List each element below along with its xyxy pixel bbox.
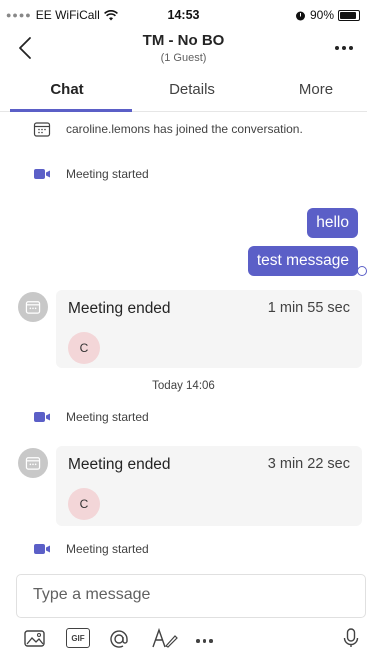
chat-subtitle: (1 Guest) [160, 52, 207, 64]
more-options-icon[interactable] [331, 38, 357, 58]
status-bar: ●●●● EE WiFiCall 14:53 90% [0, 0, 367, 28]
mention-icon[interactable] [108, 628, 130, 648]
format-text-icon[interactable] [152, 628, 178, 648]
meeting-started-notice: Meeting started [0, 406, 367, 428]
meeting-started-notice: Meeting started [0, 538, 367, 560]
meeting-avatar [18, 292, 48, 322]
tab-chat[interactable]: Chat [0, 81, 134, 98]
message-feed[interactable]: caroline.lemons has joined the conversat… [0, 112, 367, 574]
meeting-started-text: Meeting started [66, 167, 149, 181]
video-camera-icon [34, 544, 50, 554]
message-sent-icon [357, 266, 367, 276]
message-composer[interactable] [16, 574, 366, 618]
composer-toolbar: GIF [0, 624, 367, 648]
tab-more[interactable]: More [250, 81, 367, 98]
image-icon[interactable] [24, 628, 46, 648]
status-right: 90% [295, 8, 360, 22]
calendar-icon [25, 457, 41, 470]
message-input[interactable] [33, 586, 333, 604]
calendar-icon [25, 301, 41, 314]
meeting-ended-card[interactable]: Meeting ended 3 min 22 sec C [56, 446, 362, 526]
microphone-icon[interactable] [342, 628, 360, 648]
meeting-started-notice: Meeting started [0, 163, 367, 185]
outgoing-message[interactable]: test message [247, 246, 358, 276]
tab-bar: Chat Details More [0, 72, 367, 112]
date-separator: Today 14:06 [152, 380, 215, 392]
outgoing-message[interactable]: hello [307, 208, 358, 238]
meeting-duration: 3 min 22 sec [267, 456, 350, 472]
meeting-started-text: Meeting started [66, 410, 149, 424]
tab-details[interactable]: Details [134, 81, 250, 98]
gif-icon[interactable]: GIF [66, 628, 90, 648]
chat-title[interactable]: TM - No BO [0, 32, 367, 49]
battery-icon [338, 9, 360, 21]
alarm-icon [295, 11, 305, 20]
video-camera-icon [34, 412, 50, 422]
battery-fill [340, 11, 357, 19]
more-actions-icon[interactable] [196, 628, 218, 648]
join-notice: caroline.lemons has joined the conversat… [0, 118, 367, 140]
meeting-avatar [18, 448, 48, 478]
meeting-started-text: Meeting started [66, 542, 149, 556]
calendar-icon [33, 122, 51, 137]
chat-header: TM - No BO (1 Guest) [0, 28, 367, 72]
battery-percent: 90% [309, 8, 334, 22]
video-camera-icon [34, 169, 50, 179]
meeting-ended-title: Meeting ended [68, 300, 171, 317]
meeting-ended-title: Meeting ended [68, 456, 171, 473]
join-notice-text: caroline.lemons has joined the conversat… [66, 122, 303, 136]
participant-avatar[interactable]: C [68, 488, 100, 520]
participant-avatar[interactable]: C [68, 332, 100, 364]
meeting-duration: 1 min 55 sec [267, 300, 350, 316]
meeting-ended-card[interactable]: Meeting ended 1 min 55 sec C [56, 290, 362, 368]
